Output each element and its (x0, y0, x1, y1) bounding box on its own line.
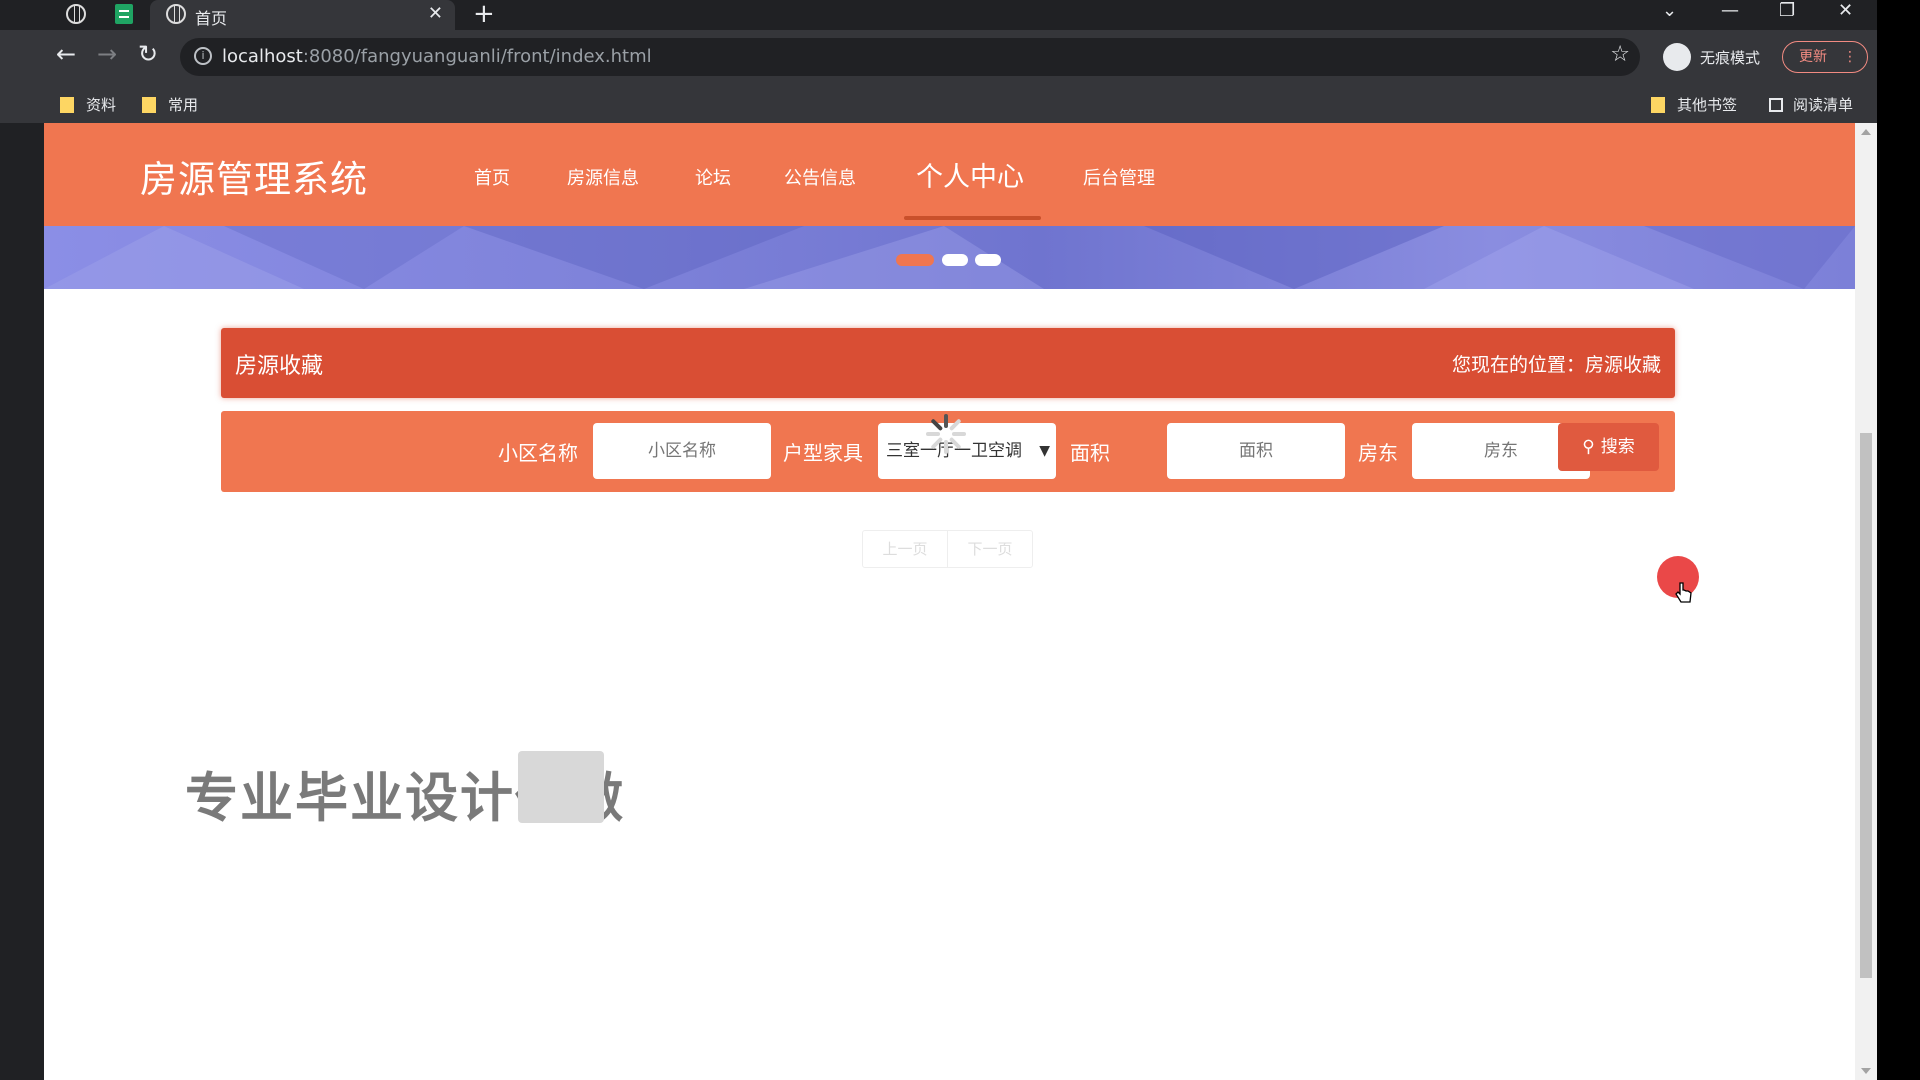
reload-icon[interactable]: ↻ (138, 40, 158, 68)
tab-strip: 首页 ✕ + ⌄ — ❐ ✕ (0, 0, 1877, 30)
bookmarks-bar: 资料 常用 其他书签 阅读清单 (0, 86, 1877, 123)
bookmark-folder-ziliao[interactable]: 资料 (60, 94, 116, 115)
nav-user-center[interactable]: 个人中心 (916, 155, 1024, 194)
minimize-button[interactable]: — (1721, 0, 1739, 21)
banner-carousel (44, 226, 1855, 289)
section-header: 房源收藏 您现在的位置：房源收藏 (221, 328, 1675, 398)
search-button[interactable]: ⚲ 搜索 (1558, 423, 1659, 471)
url-text[interactable]: localhost:8080/fangyuanguanli/front/inde… (222, 46, 652, 67)
nav-home[interactable]: 首页 (474, 164, 510, 190)
breadcrumb-current: 房源收藏 (1584, 354, 1661, 376)
search-button-label: 搜索 (1600, 437, 1635, 457)
folder-icon (142, 97, 156, 113)
tab-home[interactable]: 首页 ✕ (150, 0, 455, 30)
nav-notices[interactable]: 公告信息 (784, 164, 856, 190)
back-arrow-icon[interactable]: ← (56, 40, 76, 68)
address-bar[interactable]: i localhost:8080/fangyuanguanli/front/in… (180, 38, 1640, 76)
update-button[interactable]: 更新 ⋮ (1782, 41, 1868, 73)
bookmark-star-icon[interactable]: ☆ (1610, 42, 1630, 67)
tab-favicon-globe-icon (166, 4, 186, 24)
more-menu-icon[interactable]: ⋮ (1843, 42, 1857, 72)
prev-page-button[interactable]: 上一页 (863, 531, 947, 567)
site-logo[interactable]: 房源管理系统 (140, 149, 368, 203)
restore-button[interactable]: ❐ (1779, 0, 1795, 21)
close-window-button[interactable]: ✕ (1838, 0, 1853, 21)
tab-search-icon[interactable]: ⌄ (1662, 0, 1677, 21)
carousel-dot-1[interactable] (896, 254, 934, 266)
nav-forum[interactable]: 论坛 (695, 164, 731, 190)
bookmark-folder-changyong[interactable]: 常用 (142, 94, 198, 115)
next-page-button[interactable]: 下一页 (948, 531, 1032, 567)
hand-cursor-icon (1675, 582, 1692, 603)
scroll-thumb[interactable] (1860, 433, 1872, 978)
scroll-down-icon[interactable] (1861, 1068, 1871, 1074)
community-label: 小区名称 (498, 441, 578, 465)
folder-icon (1651, 97, 1665, 113)
forward-arrow-icon[interactable]: → (97, 40, 117, 68)
folder-icon (60, 97, 74, 113)
globe-icon[interactable] (66, 4, 86, 24)
search-icon: ⚲ (1582, 437, 1595, 457)
loading-spinner-icon (924, 412, 968, 456)
nav-admin[interactable]: 后台管理 (1083, 164, 1155, 190)
browser-window: 首页 ✕ + ⌄ — ❐ ✕ ← → ↻ i localhost:8080/fa… (0, 0, 1877, 1080)
nav-listings[interactable]: 房源信息 (567, 164, 639, 190)
tab-close-icon[interactable]: ✕ (428, 3, 443, 24)
area-label: 面积 (1070, 441, 1110, 465)
layout-label: 户型家具 (783, 441, 863, 465)
info-icon[interactable]: i (194, 47, 212, 65)
pagination: 上一页 下一页 (862, 530, 1033, 568)
new-tab-button[interactable]: + (473, 0, 495, 28)
incognito-label: 无痕模式 (1700, 49, 1761, 67)
bookmark-folder-other[interactable]: 其他书签 (1651, 94, 1737, 115)
reading-list-icon (1769, 98, 1783, 112)
scroll-up-icon[interactable] (1861, 129, 1871, 135)
browser-toolbar: ← → ↻ i localhost:8080/fangyuanguanli/fr… (0, 30, 1877, 86)
landlord-label: 房东 (1358, 441, 1398, 465)
page-scrollbar[interactable] (1855, 123, 1877, 1080)
reading-list[interactable]: 阅读清单 (1769, 94, 1853, 115)
site-header: 房源管理系统 首页 房源信息 论坛 公告信息 个人中心 后台管理 (44, 123, 1855, 226)
page-viewport: 房源管理系统 首页 房源信息 论坛 公告信息 个人中心 后台管理 房源收藏 您现… (44, 123, 1855, 1080)
nav-active-indicator (904, 216, 1041, 220)
watermark-blur (518, 751, 604, 823)
community-input[interactable] (593, 423, 771, 479)
breadcrumb: 您现在的位置：房源收藏 (1451, 354, 1661, 376)
area-input[interactable] (1167, 423, 1345, 479)
tab-title: 首页 (195, 9, 228, 28)
carousel-dot-3[interactable] (975, 254, 1001, 266)
incognito-icon[interactable] (1663, 43, 1691, 71)
section-title: 房源收藏 (235, 354, 324, 379)
spreadsheet-icon[interactable] (115, 4, 133, 24)
carousel-dot-2[interactable] (942, 254, 968, 266)
chevron-down-icon: ▼ (1039, 443, 1050, 459)
